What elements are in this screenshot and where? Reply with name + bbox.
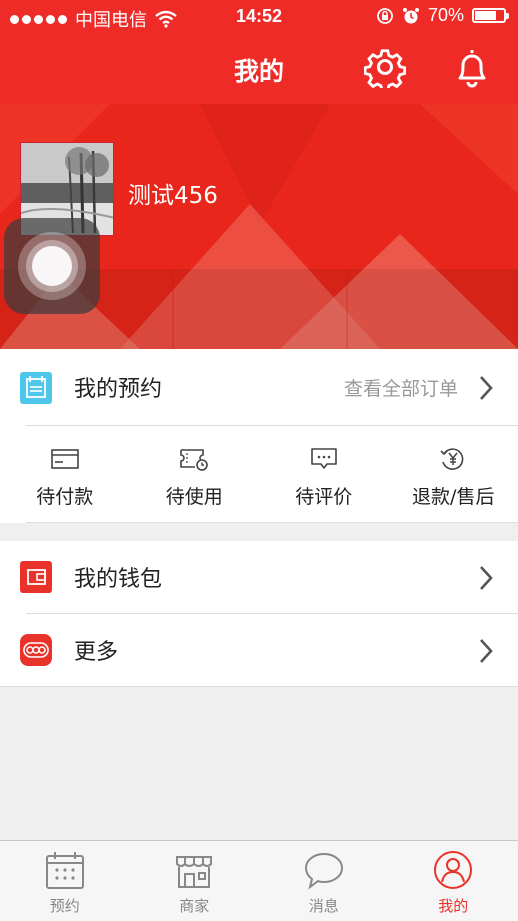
page-title: 我的: [0, 52, 518, 88]
more-label: 更多: [74, 634, 118, 666]
comment-icon: [309, 446, 339, 472]
view-all-orders-link[interactable]: 查看全部订单: [344, 374, 458, 401]
calendar-icon: [44, 849, 86, 891]
person-icon: [432, 849, 474, 891]
wallet-label: 我的钱包: [74, 561, 162, 593]
tab-label: 我的: [438, 895, 468, 916]
battery-icon: [472, 8, 506, 23]
tab-label: 预约: [50, 895, 80, 916]
order-to-use[interactable]: 待使用: [130, 426, 260, 522]
order-status-label: 待评价: [295, 482, 352, 509]
chevron-right-icon: [478, 375, 494, 401]
tab-label: 商家: [179, 895, 209, 916]
order-status-label: 退款/售后: [412, 482, 494, 509]
status-right: 70%: [376, 5, 506, 26]
wallet-icon: [20, 561, 52, 593]
reservations-title: 我的预约: [74, 371, 162, 403]
tab-merchants[interactable]: 商家: [130, 841, 260, 921]
reservations-row[interactable]: 我的预约 查看全部订单: [0, 349, 518, 425]
tab-mine[interactable]: 我的: [389, 841, 518, 921]
tab-bar: 预约 商家 消息 我的: [0, 840, 518, 921]
refund-yen-icon: [438, 446, 468, 472]
shop-icon: [173, 849, 215, 891]
ticket-clock-icon: [179, 446, 209, 472]
wallet-card-icon: [50, 446, 80, 472]
battery-percent: 70%: [428, 5, 464, 26]
assistive-touch-button[interactable]: [4, 218, 100, 314]
tab-reservations[interactable]: 预约: [0, 841, 130, 921]
chevron-right-icon: [478, 565, 494, 591]
order-to-review[interactable]: 待评价: [259, 426, 389, 522]
more-dots-icon: [20, 634, 52, 666]
menu-card: 我的钱包 更多: [0, 541, 518, 687]
divider: [26, 522, 518, 523]
tab-messages[interactable]: 消息: [259, 841, 389, 921]
chat-bubble-icon: [303, 849, 345, 891]
order-status-label: 待付款: [36, 482, 93, 509]
username: 测试456: [128, 176, 218, 210]
tab-label: 消息: [309, 895, 339, 916]
order-status-label: 待使用: [166, 482, 223, 509]
profile-banner: 测试456: [0, 104, 518, 349]
order-refund[interactable]: 退款/售后: [389, 426, 518, 522]
status-bar: 中国电信 14:52 70%: [0, 0, 518, 34]
divider: [0, 686, 518, 687]
calendar-note-icon: [20, 372, 52, 404]
alarm-icon: [402, 7, 420, 25]
order-status-bar: 待付款 待使用 待评价: [0, 426, 518, 522]
gear-icon[interactable]: [364, 46, 406, 88]
chevron-right-icon: [478, 638, 494, 664]
nav-bar: 我的: [0, 34, 518, 104]
order-pending-payment[interactable]: 待付款: [0, 426, 130, 522]
more-row[interactable]: 更多: [0, 614, 518, 686]
bell-icon[interactable]: [452, 46, 492, 88]
reservations-card: 我的预约 查看全部订单 待付款 待使用: [0, 349, 518, 523]
wallet-row[interactable]: 我的钱包: [0, 541, 518, 613]
rotation-lock-icon: [376, 7, 394, 25]
